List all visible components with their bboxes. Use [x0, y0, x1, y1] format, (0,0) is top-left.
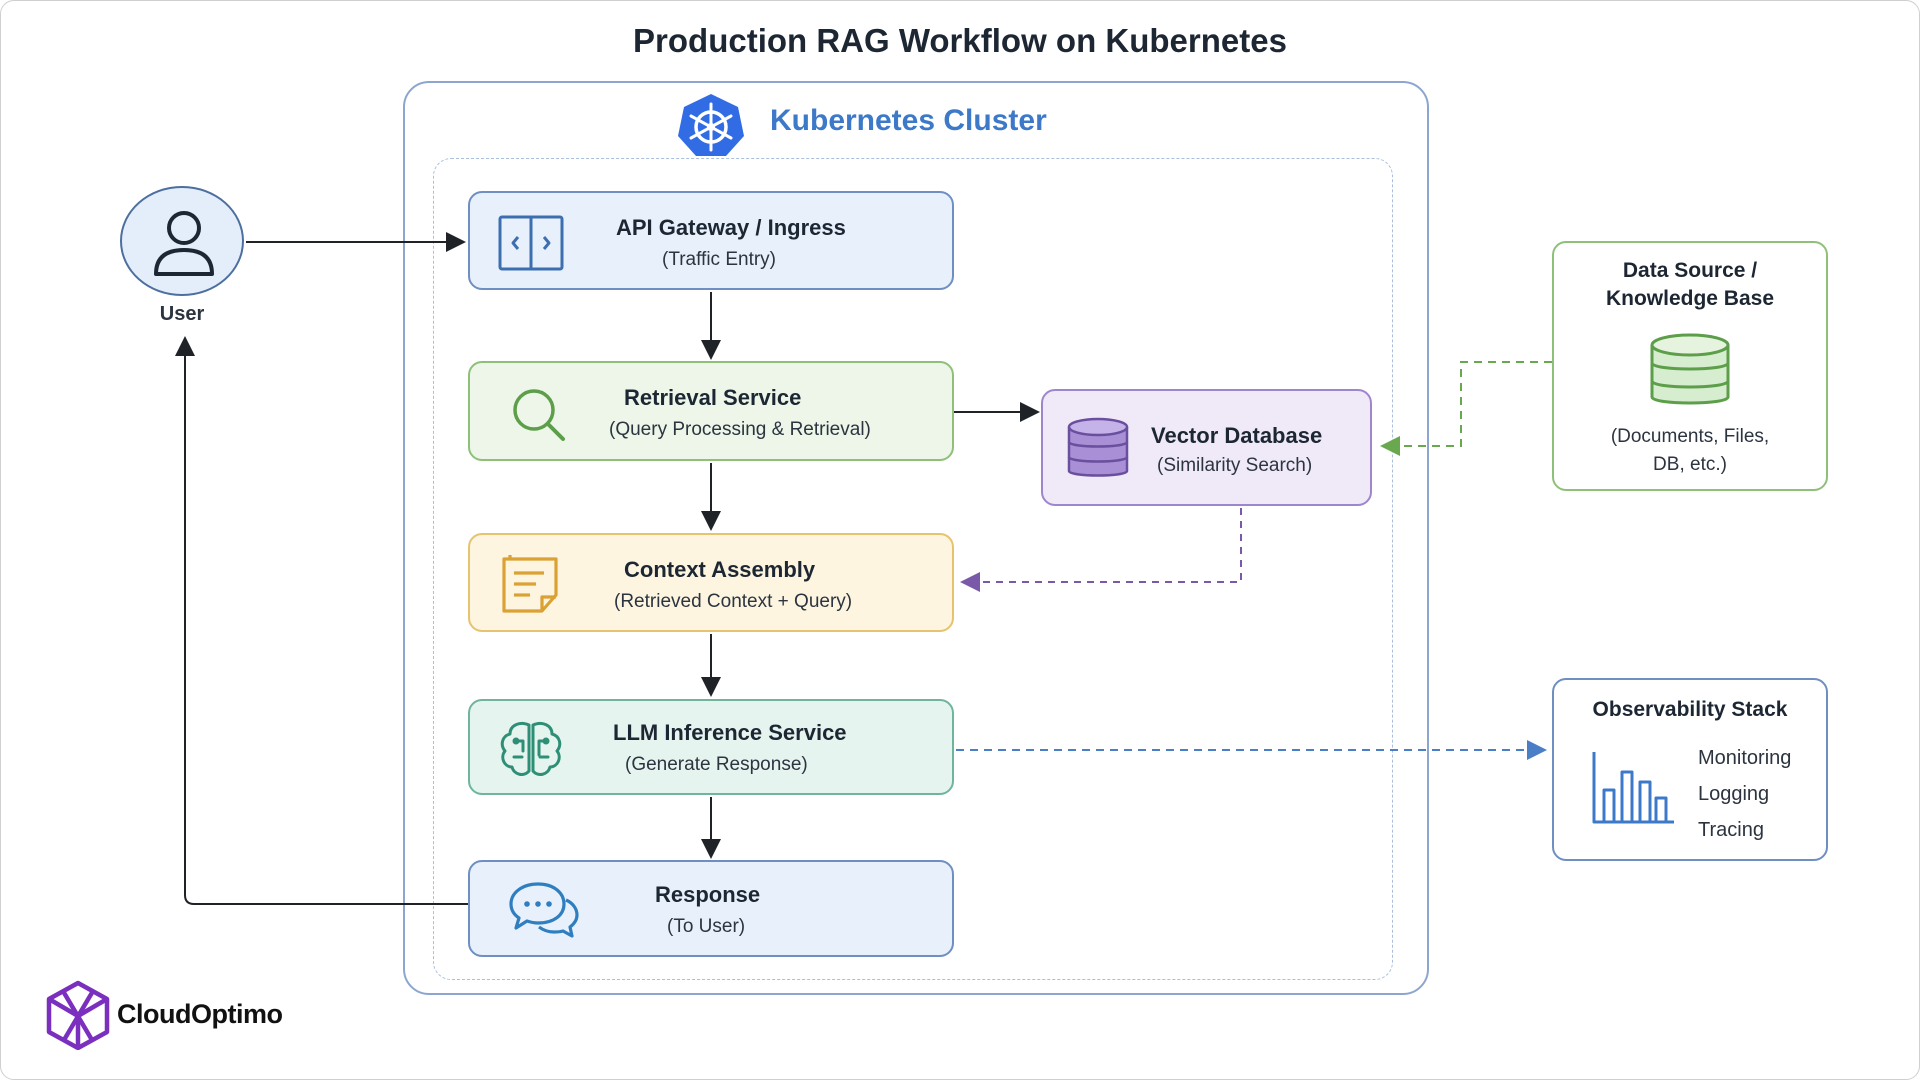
response-subtitle: (To User) — [667, 916, 746, 937]
user-avatar — [120, 186, 244, 296]
llm-inference-node: LLM Inference Service (Generate Response… — [468, 699, 954, 795]
llm-inference-title: LLM Inference Service — [613, 720, 847, 745]
magnifier-icon — [513, 389, 565, 441]
context-assembly-title: Context Assembly — [624, 557, 816, 582]
arrow-datasource-to-vector — [1380, 361, 1552, 456]
response-node: Response (To User) — [468, 860, 954, 957]
api-gateway-node: API Gateway / Ingress (Traffic Entry) — [468, 191, 954, 290]
data-source-title-line2: Knowledge Base — [1605, 287, 1775, 310]
vector-database-title: Vector Database — [1151, 423, 1323, 448]
observability-item-logging: Logging — [1698, 783, 1770, 805]
response-title: Response — [655, 882, 761, 907]
data-source-node: Data Source / Knowledge Base (Documents,… — [1552, 241, 1828, 491]
retrieval-service-subtitle: (Query Processing & Retrieval) — [609, 419, 871, 440]
arrow-vector-to-context — [960, 508, 1242, 592]
llm-inference-subtitle: (Generate Response) — [625, 754, 808, 775]
retrieval-service-title: Retrieval Service — [624, 385, 802, 410]
database-icon — [1067, 417, 1129, 477]
gateway-door-icon — [498, 215, 564, 271]
arrow-response-to-user — [175, 336, 468, 905]
brain-circuit-icon — [500, 721, 562, 776]
vector-database-subtitle: (Similarity Search) — [1157, 455, 1313, 476]
observability-item-tracing: Tracing — [1698, 819, 1764, 841]
api-gateway-title: API Gateway / Ingress — [616, 215, 846, 240]
observability-item-monitoring: Monitoring — [1698, 747, 1792, 769]
brand-name: CloudOptimo — [117, 999, 283, 1029]
context-assembly-subtitle: (Retrieved Context + Query) — [614, 591, 853, 612]
observability-node: Observability Stack Monitoring Logging T… — [1552, 678, 1828, 861]
observability-title: Observability Stack — [1592, 698, 1788, 721]
user-label: User — [159, 303, 205, 325]
document-note-icon — [502, 555, 558, 613]
user-icon — [154, 211, 214, 276]
api-gateway-subtitle: (Traffic Entry) — [662, 249, 777, 270]
context-assembly-node: Context Assembly (Retrieved Context + Qu… — [468, 533, 954, 632]
vector-database-node: Vector Database (Similarity Search) — [1041, 389, 1372, 506]
data-source-title-line1: Data Source / — [1622, 259, 1758, 282]
bar-chart-icon — [1592, 752, 1674, 824]
database-icon — [1650, 333, 1730, 405]
data-source-desc-line2: DB, etc.) — [1653, 454, 1727, 475]
data-source-desc-line1: (Documents, Files, — [1610, 426, 1770, 447]
chat-bubbles-icon — [509, 882, 579, 938]
connectors — [175, 232, 1552, 905]
retrieval-service-node: Retrieval Service (Query Processing & Re… — [468, 361, 954, 461]
